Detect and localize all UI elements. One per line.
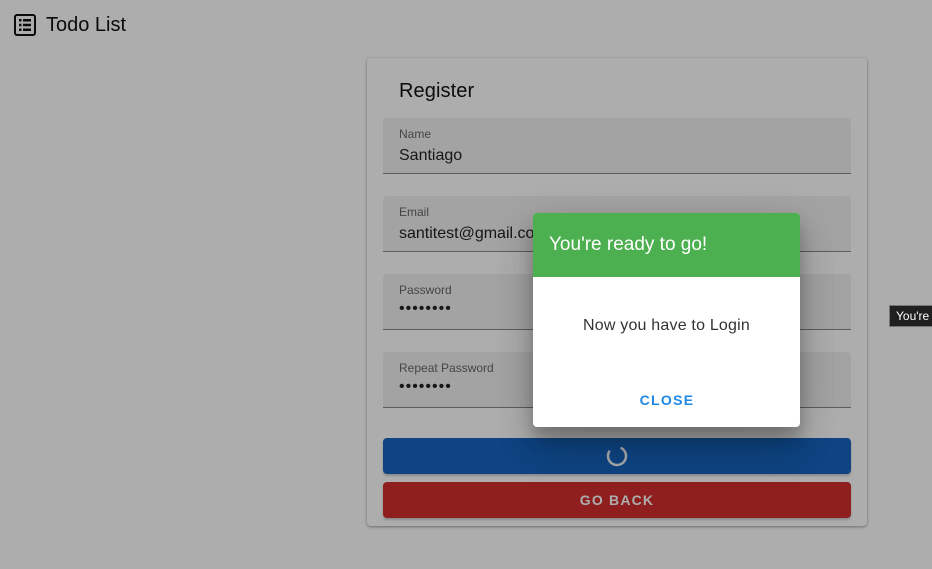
tooltip: You're ready to go! [889,305,932,327]
dialog-title: You're ready to go! [549,234,708,255]
success-dialog: You're ready to go! Now you have to Logi… [533,213,800,427]
close-button[interactable]: CLOSE [627,385,707,415]
dialog-header: You're ready to go! [533,213,800,277]
dialog-message: Now you have to Login [583,317,750,334]
